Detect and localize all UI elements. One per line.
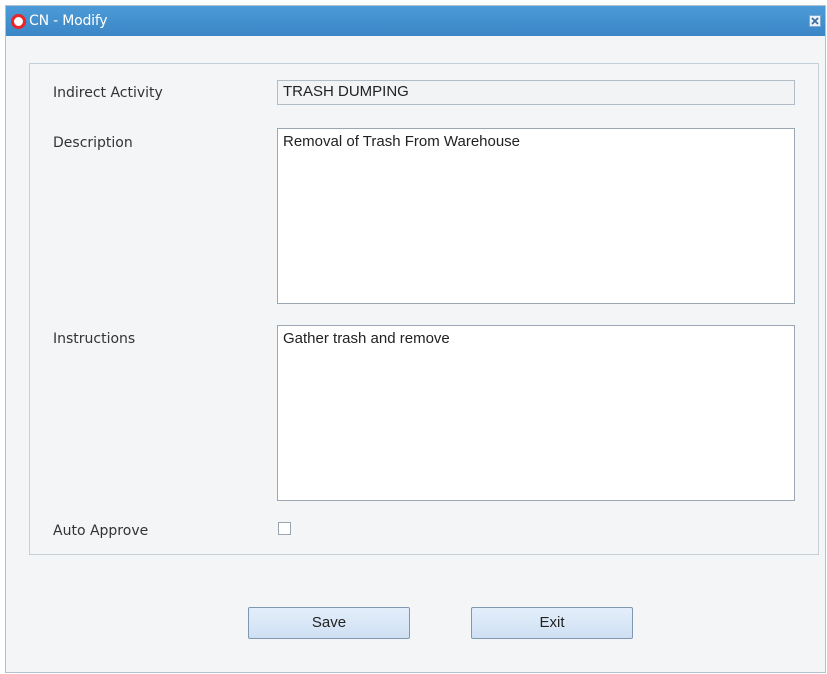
title-bar[interactable]: CN - Modify xyxy=(6,6,825,36)
auto-approve-label: Auto Approve xyxy=(53,523,149,539)
modify-dialog: CN - Modify Indirect Activity TRASH DUMP… xyxy=(5,5,826,673)
instructions-label: Instructions xyxy=(53,331,136,347)
description-textarea[interactable]: Removal of Trash From Warehouse xyxy=(277,128,795,304)
save-button[interactable]: Save xyxy=(248,607,410,639)
window-title: CN - Modify xyxy=(29,13,108,29)
indirect-activity-label: Indirect Activity xyxy=(53,85,163,101)
form-panel: Indirect Activity TRASH DUMPING Descript… xyxy=(29,63,819,555)
exit-button[interactable]: Exit xyxy=(471,607,633,639)
instructions-textarea[interactable]: Gather trash and remove xyxy=(277,325,795,501)
description-label: Description xyxy=(53,135,133,151)
auto-approve-checkbox[interactable] xyxy=(278,522,291,535)
close-icon[interactable] xyxy=(809,15,821,27)
oracle-logo-icon xyxy=(11,14,26,29)
indirect-activity-field: TRASH DUMPING xyxy=(277,80,795,105)
